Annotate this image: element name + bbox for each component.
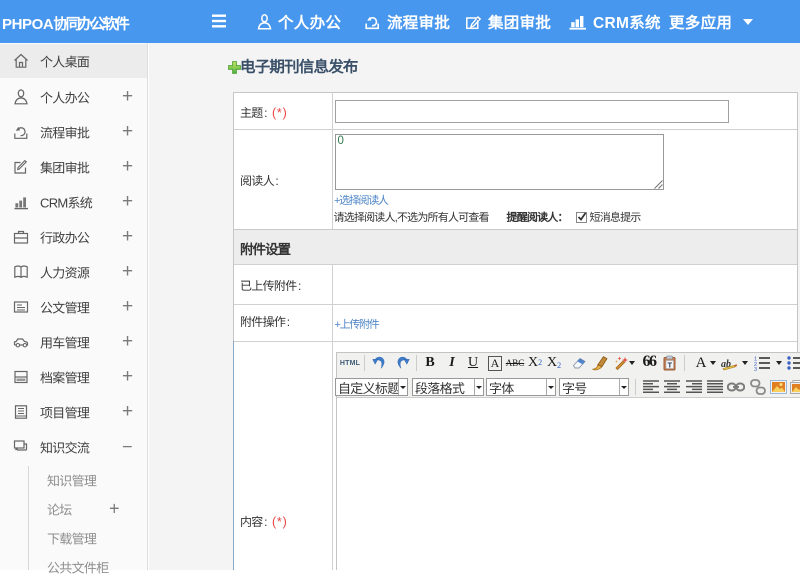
svg-text:3: 3 xyxy=(754,367,757,371)
svg-text:T: T xyxy=(667,360,672,369)
